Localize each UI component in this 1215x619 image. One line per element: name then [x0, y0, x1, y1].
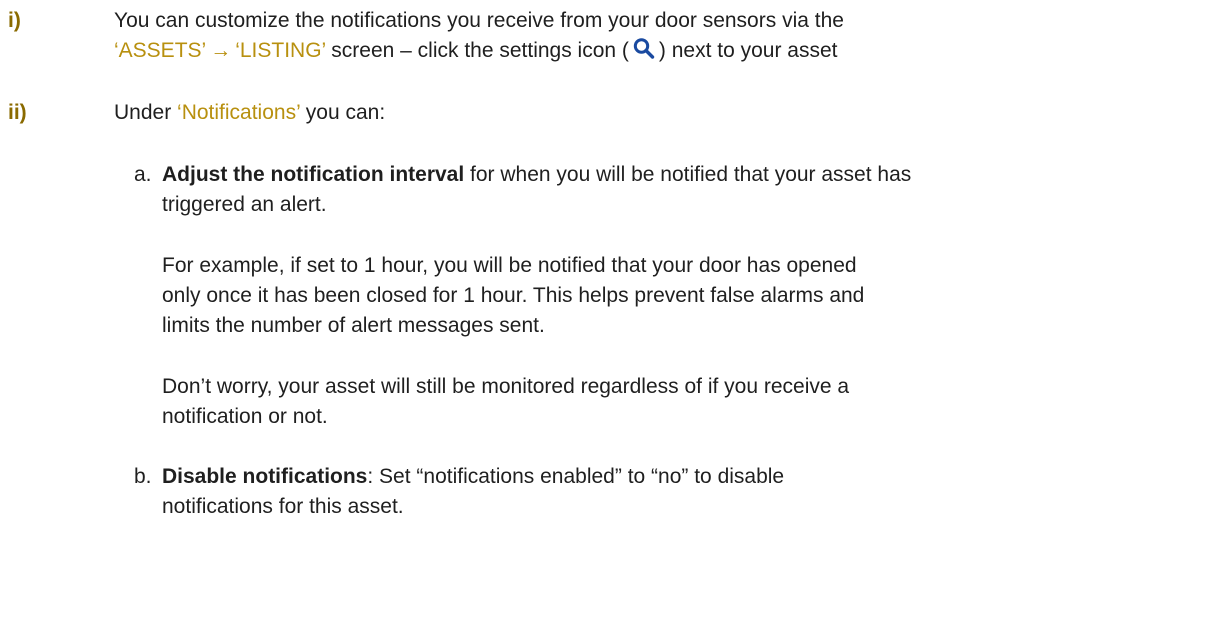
item-ii-you-can: you can:	[299, 101, 386, 124]
item-b-bold: Disable notifications	[162, 465, 368, 488]
search-icon	[632, 37, 656, 59]
item-a-para3: Don’t worry, your asset will still be mo…	[162, 372, 1192, 432]
item-i-line2-a: screen – click the settings icon (	[325, 39, 629, 62]
listing-menu-label: ‘LISTING’	[235, 39, 326, 62]
item-b-para: Disable notifications: Set “notification…	[162, 462, 1192, 522]
item-ii-text: Under ‘Notifications’ you can:	[114, 98, 1174, 128]
item-b-line2: notifications for this asset.	[162, 495, 404, 518]
item-a-para2-line1: For example, if set to 1 hour, you will …	[162, 254, 857, 277]
item-ii-marker: ii)	[8, 101, 27, 124]
item-a-line1: Adjust the notification interval for whe…	[162, 160, 1192, 190]
item-i-line1: You can customize the notifications you …	[114, 9, 844, 32]
item-a-marker: a.	[134, 163, 152, 186]
item-b-line1: Disable notifications: Set “notification…	[162, 462, 1192, 492]
item-a-bold: Adjust the notification interval	[162, 163, 465, 186]
item-a-para2: For example, if set to 1 hour, you will …	[162, 251, 1192, 341]
item-i-line2: ‘ASSETS’ → ‘LISTING’ screen – click the se…	[114, 36, 1174, 66]
assets-menu-label: ‘ASSETS’	[114, 39, 207, 62]
item-i-line2-b: ) next to your asset	[658, 39, 838, 62]
item-i-marker: i)	[8, 9, 21, 32]
item-b-rest1: : Set “notifications enabled” to “no” to…	[367, 465, 785, 488]
item-a-para3-line2: notification or not.	[162, 405, 328, 428]
item-a-para2-line2: only once it has been closed for 1 hour.…	[162, 284, 865, 307]
notifications-section-label: ‘Notifications’	[177, 101, 300, 124]
item-a-para1: Adjust the notification interval for whe…	[162, 160, 1192, 220]
item-b-marker: b.	[134, 465, 152, 488]
item-a-line2: triggered an alert.	[162, 193, 327, 216]
item-a-para3-line1: Don’t worry, your asset will still be mo…	[162, 375, 850, 398]
right-arrow-icon: →	[210, 39, 232, 62]
item-a-rest1: for when you will be notified that your …	[464, 163, 912, 186]
item-i-text: You can customize the notifications you …	[114, 6, 1174, 66]
instructions-page: i) You can customize the notifications y…	[0, 0, 1215, 619]
item-ii-under: Under	[114, 101, 178, 124]
item-a-para2-line3: limits the number of alert messages sent…	[162, 314, 545, 337]
